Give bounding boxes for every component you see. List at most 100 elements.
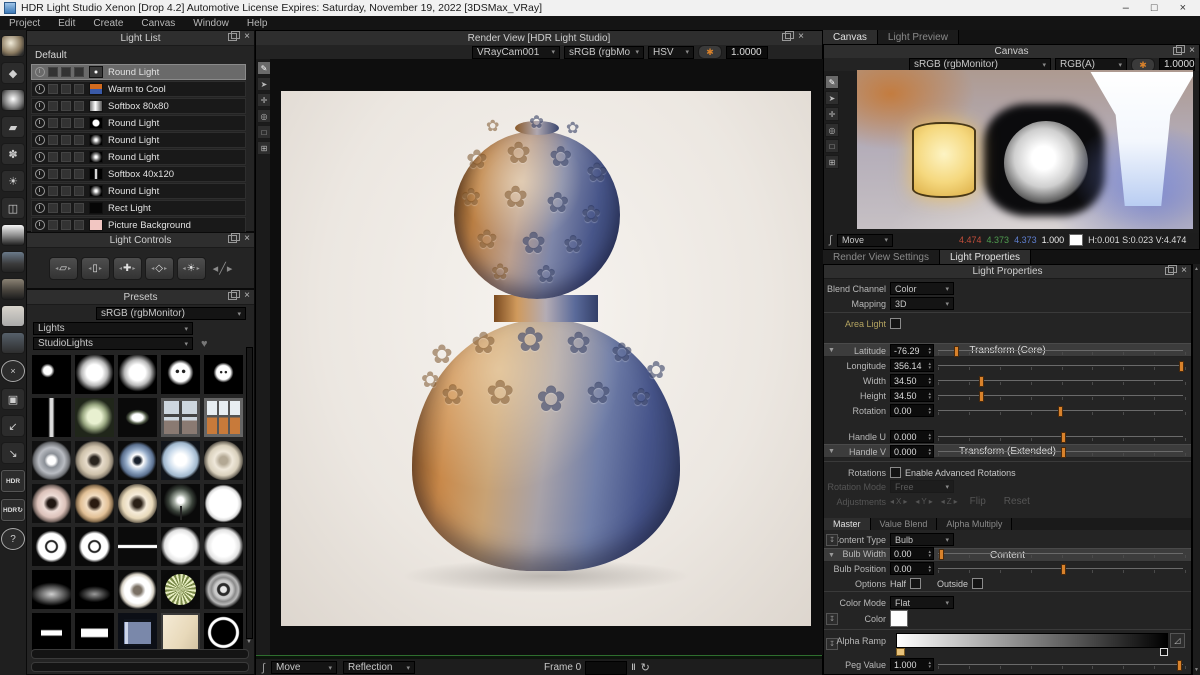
close-icon[interactable]: × bbox=[798, 33, 804, 41]
light-row[interactable]: Softbox 80x80 bbox=[31, 98, 246, 114]
preset-scrollbar[interactable] bbox=[246, 347, 253, 639]
toggle-icon[interactable] bbox=[74, 101, 84, 111]
power-icon[interactable] bbox=[35, 152, 45, 162]
preset-thumbnail[interactable] bbox=[117, 526, 158, 567]
slider-handle[interactable] bbox=[954, 346, 959, 357]
tab-render-view-settings[interactable]: Render View Settings bbox=[823, 250, 940, 264]
redo-icon[interactable]: ↘ bbox=[2, 443, 24, 463]
slider[interactable] bbox=[938, 374, 1185, 387]
brush-tool-icon[interactable]: ✎ bbox=[257, 61, 271, 75]
spinner[interactable]: ▴▾ bbox=[928, 377, 933, 385]
favorite-heart-icon[interactable]: ♥ bbox=[201, 338, 208, 350]
toggle-icon[interactable] bbox=[48, 186, 58, 196]
paint-mode-dropdown[interactable]: Reflection▾ bbox=[343, 661, 415, 674]
power-icon[interactable] bbox=[35, 118, 45, 128]
sun-light-icon[interactable]: ☀ bbox=[2, 171, 24, 191]
mapping-dropdown[interactable]: 3D▾ bbox=[890, 297, 954, 310]
color-picker-swatch[interactable] bbox=[890, 610, 908, 627]
ramp-editor-icon[interactable]: ◿ bbox=[1170, 633, 1185, 648]
toggle-icon[interactable] bbox=[61, 186, 71, 196]
spinner[interactable]: ▴▾ bbox=[928, 362, 933, 370]
slider[interactable] bbox=[938, 547, 1185, 560]
value-field[interactable]: 0.00▴▾ bbox=[890, 404, 934, 417]
tab-light-properties[interactable]: Light Properties bbox=[940, 250, 1031, 264]
slider[interactable] bbox=[938, 359, 1185, 372]
preset-thumbnail[interactable] bbox=[74, 354, 115, 395]
preset-thumbnail[interactable] bbox=[31, 526, 72, 567]
toggle-icon[interactable] bbox=[74, 118, 84, 128]
cursor-tool-icon[interactable]: ➤ bbox=[825, 91, 839, 105]
tab-master[interactable]: Master bbox=[824, 518, 871, 530]
half-checkbox[interactable] bbox=[910, 578, 921, 589]
preset-thumbnail[interactable] bbox=[31, 483, 72, 524]
power-icon[interactable] bbox=[35, 67, 45, 77]
interaction-mode-dropdown[interactable]: Move▾ bbox=[271, 661, 337, 674]
slider[interactable] bbox=[938, 430, 1185, 443]
hdr-reload-icon[interactable]: HDR↻ bbox=[1, 499, 25, 521]
value-field[interactable]: 0.000▴▾ bbox=[890, 430, 934, 443]
slider-handle[interactable] bbox=[1177, 660, 1182, 671]
dock-icon[interactable] bbox=[228, 33, 237, 41]
toggle-icon[interactable] bbox=[74, 84, 84, 94]
slider-handle[interactable] bbox=[979, 376, 984, 387]
display-mode-dropdown[interactable]: HSV▾ bbox=[648, 46, 694, 59]
toggle-icon[interactable] bbox=[48, 220, 58, 230]
image-content-icon[interactable] bbox=[2, 252, 24, 272]
frame-field[interactable] bbox=[585, 661, 627, 675]
preset-thumbnail[interactable] bbox=[117, 612, 158, 653]
menu-project[interactable]: Project bbox=[0, 16, 49, 30]
toggle-icon[interactable] bbox=[48, 152, 58, 162]
toggle-icon[interactable] bbox=[61, 169, 71, 179]
preset-hscrollbar-1[interactable] bbox=[31, 649, 249, 659]
toggle-icon[interactable] bbox=[74, 220, 84, 230]
tab-value-blend[interactable]: Value Blend bbox=[871, 518, 938, 530]
toggle-icon[interactable] bbox=[48, 203, 58, 213]
colorspace-dropdown[interactable]: sRGB (rgbMonitor)▾ bbox=[564, 46, 644, 59]
content-type-dropdown[interactable]: Bulb▾ bbox=[890, 533, 954, 546]
toggle-icon[interactable] bbox=[61, 84, 71, 94]
slider[interactable] bbox=[938, 445, 1185, 458]
toggle-icon[interactable] bbox=[74, 67, 84, 77]
refresh-icon[interactable]: ↻ bbox=[641, 661, 650, 674]
plane-content-icon[interactable] bbox=[2, 306, 24, 326]
power-icon[interactable] bbox=[35, 203, 45, 213]
toggle-icon[interactable] bbox=[48, 67, 58, 77]
toggle-icon[interactable] bbox=[61, 101, 71, 111]
menu-create[interactable]: Create bbox=[84, 16, 132, 30]
spinner[interactable]: ▴▾ bbox=[928, 661, 933, 669]
preset-thumbnail[interactable] bbox=[74, 483, 115, 524]
light-row[interactable]: Round Light bbox=[31, 132, 246, 148]
pan-tool-icon[interactable]: ✛ bbox=[825, 107, 839, 121]
slider[interactable] bbox=[938, 404, 1185, 417]
frame-tool-icon[interactable]: ▣ bbox=[2, 389, 24, 409]
minimize-icon[interactable]: – bbox=[1123, 2, 1129, 14]
import-icon[interactable]: ↧ bbox=[826, 613, 838, 625]
value-field[interactable]: 34.50▴▾ bbox=[890, 374, 934, 387]
preset-colorspace-dropdown[interactable]: sRGB (rgbMonitor)▾ bbox=[96, 307, 246, 320]
power-icon[interactable] bbox=[35, 101, 45, 111]
dome-light-icon[interactable] bbox=[2, 90, 24, 110]
advanced-rotations-checkbox[interactable] bbox=[890, 467, 901, 478]
toggle-icon[interactable] bbox=[74, 203, 84, 213]
sprite-content-icon[interactable] bbox=[2, 333, 24, 353]
slider-handle[interactable] bbox=[979, 391, 984, 402]
preset-category-dropdown[interactable]: Lights▾ bbox=[33, 322, 193, 335]
spinner[interactable]: ▴▾ bbox=[928, 407, 933, 415]
preset-thumbnail[interactable] bbox=[31, 440, 72, 481]
render-viewport[interactable]: ✿✿✿✿✿✿✿✿✿✿✿✿✿✿✿✿✿✿✿✿✿✿✿✿✿✿✿✿ bbox=[270, 59, 823, 655]
color-mode-dropdown[interactable]: Flat▾ bbox=[890, 596, 954, 609]
dock-icon[interactable] bbox=[1165, 267, 1174, 275]
preset-thumbnail[interactable] bbox=[203, 526, 244, 567]
filter-icon[interactable]: ▼ bbox=[246, 639, 252, 645]
toggle-icon[interactable] bbox=[74, 169, 84, 179]
close-icon[interactable]: × bbox=[1189, 47, 1195, 55]
preset-thumbnail[interactable] bbox=[160, 483, 201, 524]
preset-thumbnail[interactable] bbox=[74, 612, 115, 653]
dock-icon[interactable] bbox=[782, 33, 791, 41]
preset-thumbnail[interactable] bbox=[203, 397, 244, 438]
region-tool-icon[interactable]: ⊞ bbox=[825, 155, 839, 169]
properties-scrollbar[interactable]: ▲▼ bbox=[1192, 264, 1200, 675]
menu-canvas[interactable]: Canvas bbox=[132, 16, 184, 30]
preset-thumbnail[interactable] bbox=[160, 397, 201, 438]
power-icon[interactable] bbox=[35, 84, 45, 94]
